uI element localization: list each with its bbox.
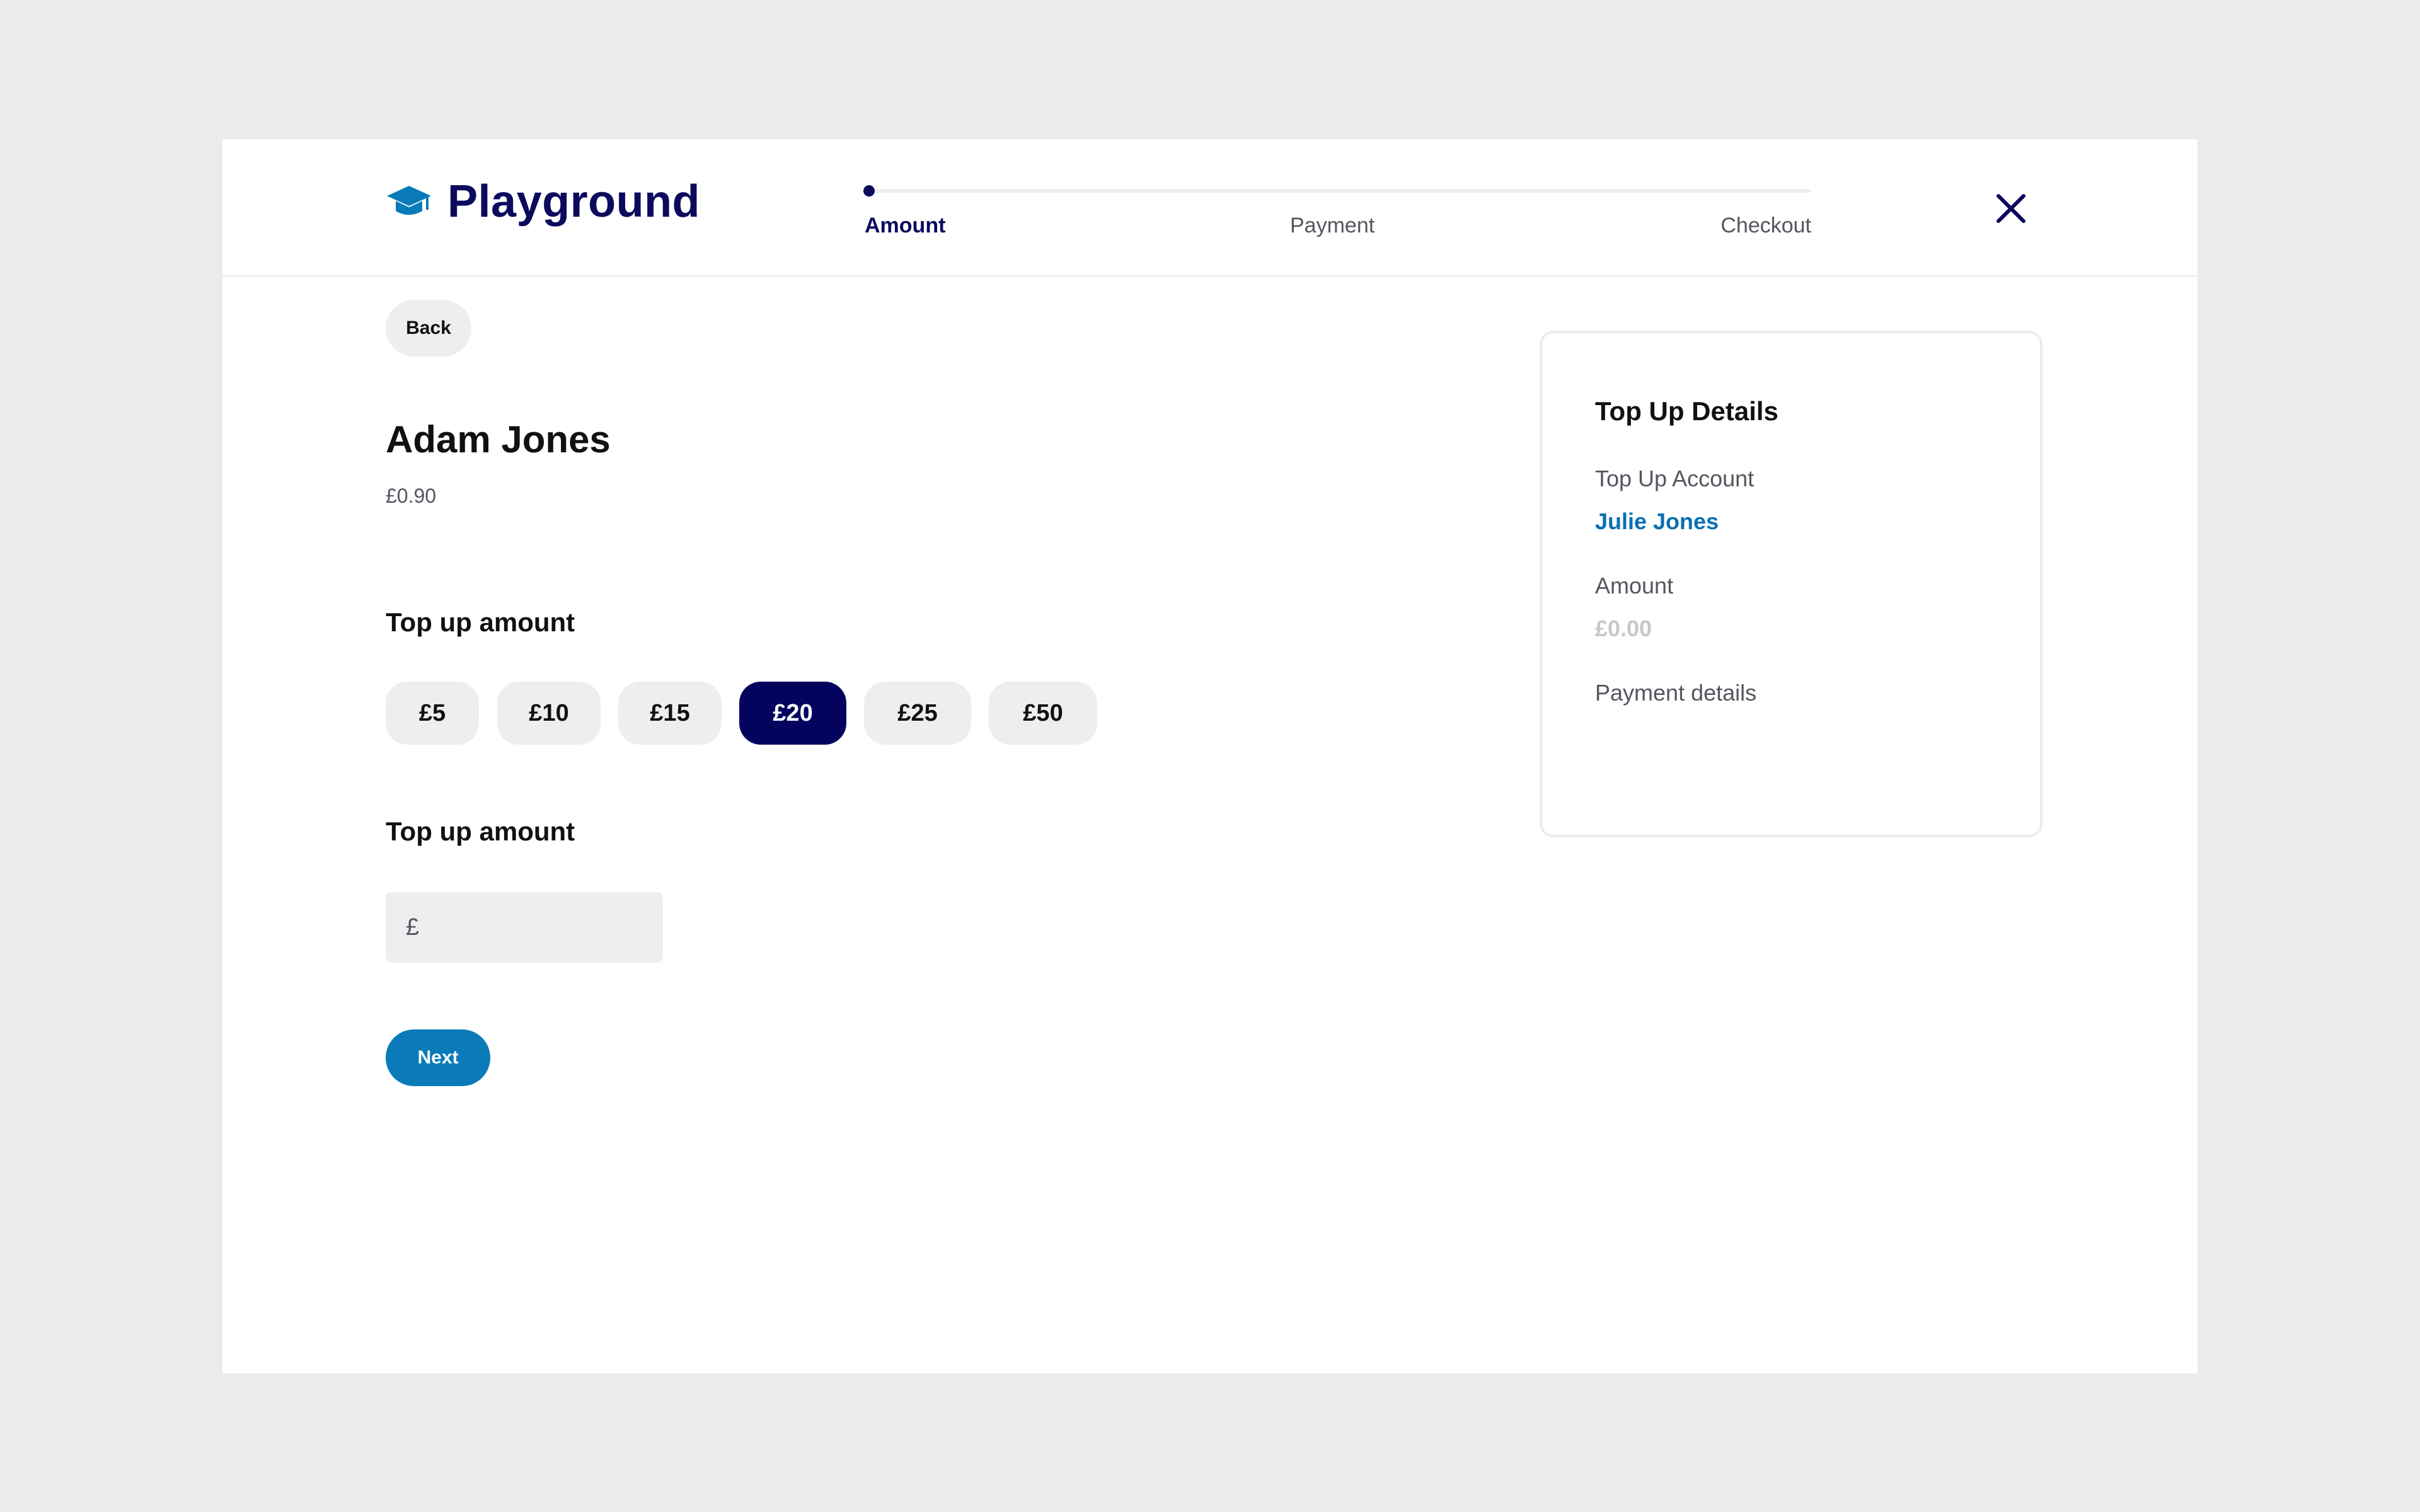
amount-value: £0.00 [1595,616,1652,641]
amount-option-20[interactable]: £20 [739,682,846,745]
currency-prefix: £ [406,914,420,941]
custom-amount-title: Top up amount [386,816,575,846]
header-bar: Playground Amount Payment Checkout [222,139,2198,277]
amount-option-50[interactable]: £50 [989,682,1097,745]
amount-option-25[interactable]: £25 [864,682,971,745]
graduation-cap-icon [387,186,431,215]
details-title: Top Up Details [1595,396,1778,426]
user-balance: £0.90 [386,484,437,507]
stepper-current-dot [863,185,875,197]
step-checkout: Checkout [1720,214,1811,238]
top-up-window: Playground Amount Payment Checkout Back … [222,139,2198,1373]
custom-amount-field[interactable]: £ [386,892,663,963]
account-value: Julie Jones [1595,508,1719,534]
stepper-track [870,189,1811,193]
step-amount: Amount [865,214,946,238]
amount-option-15[interactable]: £15 [618,682,722,745]
step-payment: Payment [1290,214,1375,238]
amount-label: Amount [1595,573,1674,598]
progress-stepper: Amount Payment Checkout [863,185,1811,238]
user-name: Adam Jones [386,418,611,461]
custom-amount-input[interactable] [425,913,655,942]
brand-name: Playground [447,176,701,227]
back-button[interactable]: Back [386,300,471,357]
close-button[interactable] [1995,192,2027,225]
account-label: Top Up Account [1595,466,1754,491]
amount-option-10[interactable]: £10 [497,682,601,745]
next-button[interactable]: Next [386,1029,490,1086]
brand-logo: Playground [386,176,700,227]
preset-amount-title: Top up amount [386,607,575,637]
close-icon [1997,194,2025,223]
top-up-details-card: Top Up Details Top Up Account Julie Jone… [1540,331,2043,837]
amount-option-5[interactable]: £5 [386,682,479,745]
payment-details-label: Payment details [1595,680,1757,706]
